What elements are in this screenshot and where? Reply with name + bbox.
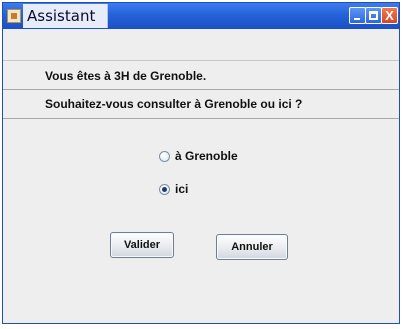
radio-ici[interactable] — [159, 183, 170, 195]
question-row: Souhaitez-vous consulter à Grenoble ou i… — [3, 89, 399, 119]
assistant-window: Assistant X Vous êtes à 3H de Grenoble. … — [2, 2, 400, 324]
info-row: Vous êtes à 3H de Grenoble. — [3, 60, 399, 88]
minimize-button[interactable] — [349, 7, 366, 24]
window-title: Assistant — [27, 7, 96, 25]
maximize-icon — [369, 11, 378, 20]
option-grenoble[interactable]: à Grenoble — [159, 148, 238, 164]
radio-grenoble[interactable] — [159, 150, 170, 162]
question-message: Souhaitez-vous consulter à Grenoble ou i… — [45, 97, 303, 111]
close-button[interactable]: X — [381, 7, 398, 24]
app-icon — [7, 9, 21, 23]
title-label-area: Assistant — [23, 4, 109, 28]
info-message: Vous êtes à 3H de Grenoble. — [45, 69, 207, 83]
option-grenoble-label: à Grenoble — [175, 149, 238, 163]
minimize-icon — [354, 18, 360, 20]
validate-button[interactable]: Valider — [110, 232, 174, 258]
close-icon: X — [385, 8, 394, 23]
maximize-button[interactable] — [365, 7, 382, 24]
option-ici[interactable]: ici — [159, 181, 188, 197]
title-bar[interactable]: Assistant X — [3, 3, 399, 29]
cancel-button[interactable]: Annuler — [216, 234, 288, 260]
option-ici-label: ici — [175, 182, 189, 196]
